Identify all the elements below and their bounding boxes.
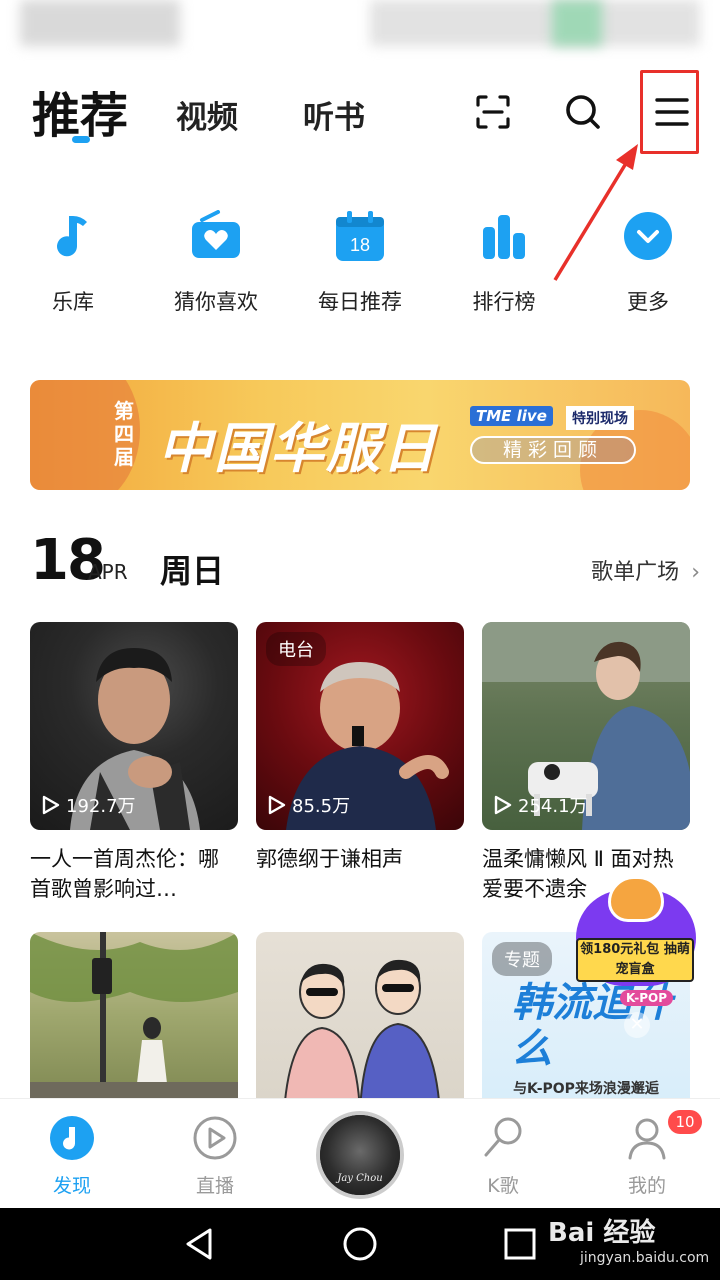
play-count-value: 192.7万 — [66, 796, 136, 817]
quick-entry-guess[interactable]: 猜你喜欢 — [151, 200, 281, 316]
nav-label: 我的 — [627, 1175, 666, 1197]
topic-art-badge: K-POP — [620, 990, 674, 1006]
discover-icon — [47, 1113, 97, 1163]
topic-art-subtitle: 与K-POP来场浪漫邂逅 — [513, 1081, 659, 1097]
music-note-icon — [43, 206, 103, 266]
banner-badge: 特别现场 — [566, 406, 634, 430]
chevron-down-circle-icon — [618, 206, 678, 266]
play-count: 254.1万 — [494, 792, 588, 818]
quick-entry-label: 乐库 — [52, 290, 94, 314]
quick-entry-label: 更多 — [627, 290, 669, 314]
live-play-icon — [190, 1113, 240, 1163]
banner-prefix: 第四届 — [114, 399, 134, 469]
quick-entry-more[interactable]: 更多 — [583, 200, 713, 316]
recents-icon[interactable] — [500, 1224, 540, 1264]
nav-live[interactable]: 直播 — [165, 1113, 265, 1198]
chevron-right-icon: › — [691, 560, 700, 585]
back-icon[interactable] — [180, 1224, 220, 1264]
home-icon[interactable] — [340, 1224, 380, 1264]
quick-entry-label: 每日推荐 — [318, 290, 402, 314]
date-header: 18 APR 周日 歌单广场 › — [30, 528, 700, 598]
card-tag: 电台 — [266, 632, 326, 666]
promo-label: 领180元礼包 抽萌宠盲盒 — [576, 938, 694, 982]
status-battery-blur — [552, 0, 602, 46]
quick-entry-charts[interactable]: 排行榜 — [439, 200, 569, 316]
tab-active-indicator — [72, 136, 90, 143]
nav-label: K歌 — [487, 1175, 519, 1197]
watermark-logo: Bai 经验 — [548, 1218, 656, 1248]
banner-title: 中国华服日 — [158, 417, 438, 480]
search-icon[interactable] — [561, 90, 605, 134]
play-icon — [268, 795, 286, 815]
playlist-square-link[interactable]: 歌单广场 › — [591, 554, 700, 586]
playlist-card[interactable]: 电台 85.5万 郭德纲于谦相声 — [256, 622, 464, 904]
user-icon — [622, 1113, 672, 1163]
play-count-value: 85.5万 — [292, 796, 351, 817]
now-playing-disc[interactable]: Jay Chou — [316, 1111, 404, 1199]
banner-cta: 精彩回顾 — [470, 436, 636, 464]
quick-entry-library[interactable]: 乐库 — [8, 200, 138, 316]
quick-entry-row: 乐库 猜你喜欢 18 每日推荐 排行榜 更多 — [0, 200, 720, 320]
status-bar — [0, 0, 720, 48]
playlist-card[interactable]: 254.1万 温柔慵懒风 Ⅱ 面对热爱要不遗余 — [482, 622, 690, 904]
nav-label: 直播 — [195, 1175, 234, 1197]
notification-badge: 10 — [668, 1110, 702, 1134]
banner-brand: TME live — [470, 406, 553, 426]
quick-entry-label: 猜你喜欢 — [174, 290, 258, 314]
date-month: APR — [88, 560, 128, 584]
tab-video[interactable]: 视频 — [176, 92, 238, 137]
playlist-square-label: 歌单广场 — [591, 560, 680, 585]
playlist-cover: 192.7万 — [30, 622, 238, 830]
scan-icon[interactable] — [471, 90, 515, 134]
play-count: 192.7万 — [42, 792, 136, 818]
status-right-blur — [370, 0, 700, 46]
quick-entry-label: 排行榜 — [472, 290, 536, 314]
status-left-blur — [20, 0, 180, 46]
bottom-nav: 发现 直播 Jay Chou K歌 我的 — [0, 1098, 720, 1208]
cat-mascot-icon — [608, 876, 664, 922]
playlist-title: 郭德纲于谦相声 — [256, 847, 403, 871]
date-weekday: 周日 — [160, 552, 225, 590]
calendar-icon: 18 — [330, 206, 390, 266]
promo-banner[interactable]: 第四届 中国华服日 TME live 特别现场 精彩回顾 — [30, 380, 690, 490]
close-icon[interactable]: ✕ — [624, 1012, 650, 1038]
microphone-icon — [478, 1113, 528, 1163]
quick-entry-daily[interactable]: 18 每日推荐 — [295, 200, 425, 316]
play-count: 85.5万 — [268, 792, 350, 818]
play-count-value: 254.1万 — [518, 796, 588, 817]
watermark-url: jingyan.baidu.com — [580, 1250, 710, 1266]
nav-ksong[interactable]: K歌 — [453, 1113, 553, 1198]
bar-chart-icon — [474, 206, 534, 266]
disc-artist-text: Jay Chou — [337, 1173, 383, 1184]
tab-audiobook[interactable]: 听书 — [303, 92, 365, 137]
play-icon — [42, 795, 60, 815]
nav-label: 发现 — [52, 1175, 91, 1197]
playlist-cover: 电台 85.5万 — [256, 622, 464, 830]
playlist-card[interactable]: 192.7万 一人一首周杰伦：哪首歌曾影响过… — [30, 622, 238, 904]
playlist-title: 一人一首周杰伦：哪首歌曾影响过… — [30, 847, 219, 901]
svg-text:18: 18 — [350, 235, 370, 255]
play-icon — [494, 795, 512, 815]
floating-promo[interactable]: 领180元礼包 抽萌宠盲盒 — [570, 876, 700, 990]
playlist-cover: 254.1万 — [482, 622, 690, 830]
nav-discover[interactable]: 发现 — [22, 1113, 122, 1198]
radio-heart-icon — [186, 206, 246, 266]
card-tag: 专题 — [492, 942, 552, 976]
